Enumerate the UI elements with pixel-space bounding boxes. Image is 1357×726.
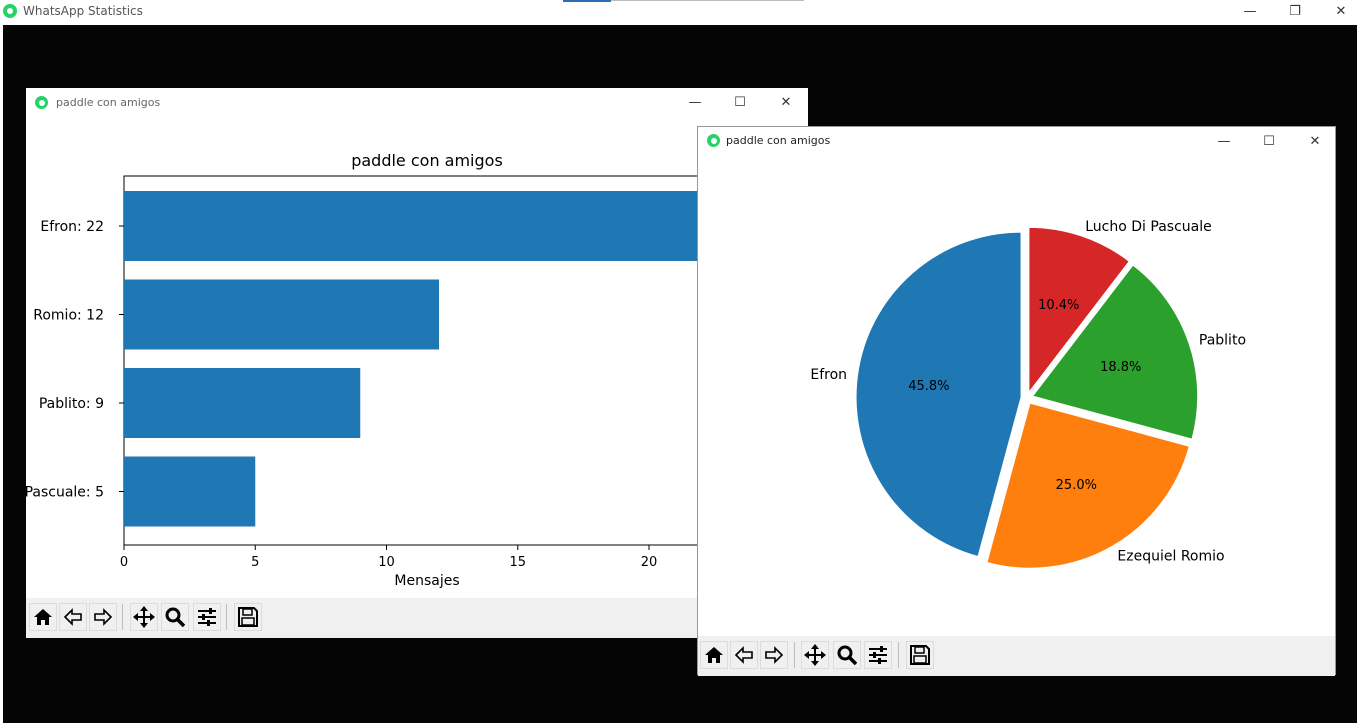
bar-window-title-bar[interactable]: paddle con amigos — ☐ ✕ — [26, 88, 808, 118]
bar-chart-title: paddle con amigos — [351, 151, 503, 170]
save-icon — [909, 644, 931, 666]
close-button[interactable]: ✕ — [1326, 0, 1356, 22]
configure-icon — [196, 606, 218, 628]
home-button[interactable] — [700, 641, 728, 669]
x-axis-label: Mensajes — [394, 573, 459, 589]
pie-percent-label: 45.8% — [908, 379, 949, 394]
zoom-button[interactable] — [833, 641, 861, 669]
bar-chart[interactable]: paddle con amigos Efron: 22 Romio: 12 Pabli… — [26, 118, 808, 598]
pie-percent-label: 10.4% — [1038, 298, 1079, 313]
x-tick-label: 0 — [120, 555, 128, 570]
active-tab-indicator — [563, 0, 611, 2]
tab-strip-line — [611, 0, 804, 1]
y-tick-label: Efron: 22 — [40, 219, 104, 235]
back-icon — [733, 644, 755, 666]
y-tick-label: Romio: 12 — [33, 308, 104, 324]
y-tick-label: Pascuale: 5 — [26, 485, 104, 501]
y-tick-label: Pablito: 9 — [39, 396, 104, 412]
pan-button[interactable] — [130, 603, 158, 631]
home-icon — [32, 606, 54, 628]
pie-percent-label: 25.0% — [1056, 478, 1097, 493]
back-button[interactable] — [730, 641, 758, 669]
toolbar-separator — [122, 604, 123, 630]
pie-window-title-bar[interactable]: paddle con amigos — ☐ ✕ — [698, 127, 1335, 157]
forward-button[interactable] — [760, 641, 788, 669]
pie-percent-label: 18.8% — [1100, 360, 1141, 375]
bar-chart-window: paddle con amigos — ☐ ✕ paddle con amigo… — [26, 88, 808, 638]
pie-minimize-button[interactable]: — — [1209, 130, 1239, 152]
whatsapp-icon — [35, 96, 48, 109]
forward-button[interactable] — [89, 603, 117, 631]
whatsapp-icon — [707, 134, 720, 147]
forward-icon — [92, 606, 114, 628]
pie-slice-label: Ezequiel Romio — [1117, 548, 1224, 564]
bar-maximize-button[interactable]: ☐ — [725, 91, 755, 113]
zoom-button[interactable] — [161, 603, 189, 631]
save-button[interactable] — [234, 603, 262, 631]
bar-window-title: paddle con amigos — [56, 96, 161, 109]
home-button[interactable] — [29, 603, 57, 631]
pie-toolbar — [698, 636, 1335, 676]
back-icon — [62, 606, 84, 628]
configure-button[interactable] — [193, 603, 221, 631]
whatsapp-icon — [3, 4, 17, 18]
bar-close-button[interactable]: ✕ — [771, 91, 801, 113]
configure-icon — [867, 644, 889, 666]
toolbar-separator — [794, 642, 795, 668]
bar-minimize-button[interactable]: — — [680, 91, 710, 113]
bar-toolbar — [26, 598, 808, 638]
bar — [124, 456, 256, 527]
toolbar-separator — [226, 604, 227, 630]
x-tick-label: 20 — [641, 555, 658, 570]
pan-icon — [132, 605, 156, 629]
pie-chart[interactable]: 45.8% Efron 25.0% Ezequiel Romio 18.8% Pablit… — [698, 157, 1335, 635]
pie-maximize-button[interactable]: ☐ — [1254, 130, 1284, 152]
x-tick-label: 10 — [378, 555, 395, 570]
home-icon — [703, 644, 725, 666]
pie-window-title: paddle con amigos — [726, 134, 831, 147]
pie-slice-label: Pablito — [1199, 333, 1246, 349]
pan-button[interactable] — [801, 641, 829, 669]
pie-chart-window: paddle con amigos — ☐ ✕ 45.8% Efron 25.0% E… — [697, 126, 1336, 676]
restore-button[interactable]: ❐ — [1280, 0, 1310, 22]
x-tick-label: 15 — [509, 555, 526, 570]
zoom-icon — [836, 644, 858, 666]
app-title: WhatsApp Statistics — [23, 4, 143, 18]
save-button[interactable] — [906, 641, 934, 669]
pie-close-button[interactable]: ✕ — [1300, 130, 1330, 152]
pie-slice-label: Efron — [810, 367, 847, 383]
bar — [124, 191, 702, 261]
zoom-icon — [164, 606, 186, 628]
minimize-button[interactable]: — — [1235, 0, 1265, 22]
save-icon — [237, 606, 259, 628]
pan-icon — [803, 643, 827, 667]
forward-icon — [763, 644, 785, 666]
app-title-bar: WhatsApp Statistics — ❐ ✕ — [0, 0, 1357, 25]
pie-slice — [855, 231, 1022, 558]
back-button[interactable] — [59, 603, 87, 631]
bar — [124, 368, 361, 438]
bar — [124, 279, 439, 350]
x-tick-label: 5 — [251, 555, 259, 570]
toolbar-separator — [898, 642, 899, 668]
configure-button[interactable] — [864, 641, 892, 669]
pie-slice-label: Lucho Di Pascuale — [1085, 219, 1211, 235]
